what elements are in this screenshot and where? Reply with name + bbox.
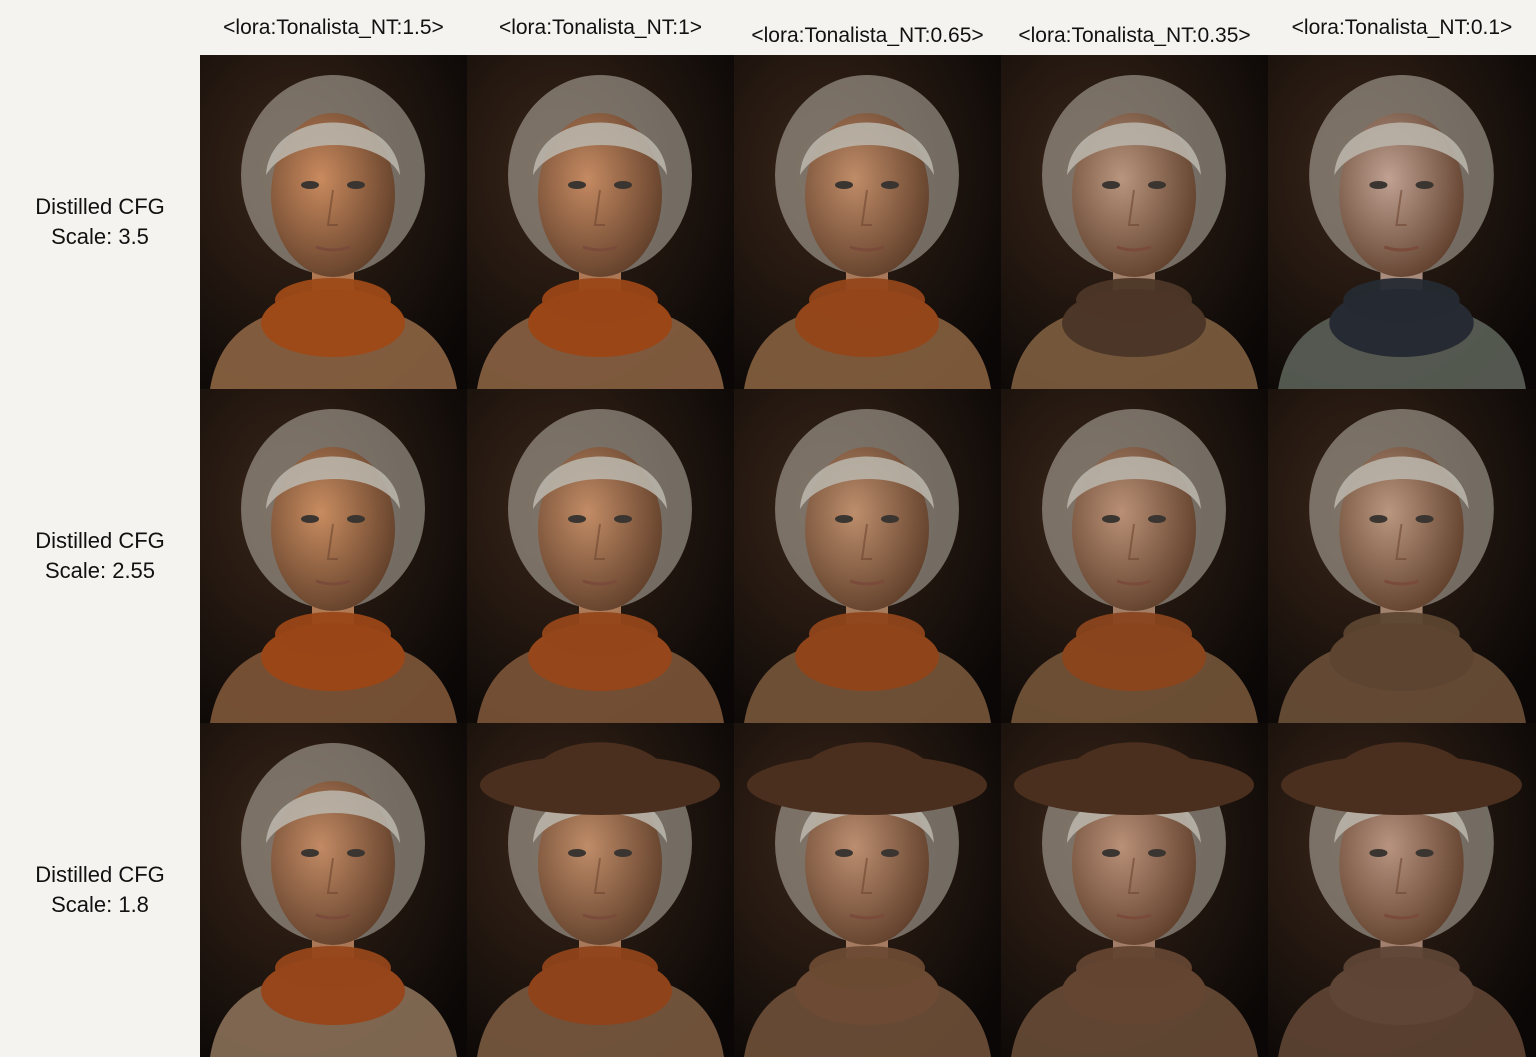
portrait-r3-c1 [200,723,467,1057]
portrait-r3-c3 [734,723,1001,1057]
portrait-r1-c5 [1268,55,1536,389]
portrait-r1-c2 [467,55,734,389]
portrait-r1-c1 [200,55,467,389]
portrait-r2-c5 [1268,389,1536,723]
image-grid: <lora:Tonalista_NT:1.5> <lora:Tonalista_… [0,0,1536,1057]
portrait-r2-c2 [467,389,734,723]
column-header-2: <lora:Tonalista_NT:1> [498,15,703,39]
portrait-r2-c1 [200,389,467,723]
row-header-3-line2: Scale: 1.8 [51,892,149,917]
column-header-1: <lora:Tonalista_NT:1.5> [223,15,444,39]
portrait-r1-c3 [734,55,1001,389]
portrait-r3-c5 [1268,723,1536,1057]
portrait-r3-c4 [1001,723,1268,1057]
portrait-r2-c3 [734,389,1001,723]
portrait-r3-c2 [467,723,734,1057]
row-header-2: Distilled CFG Scale: 2.55 [0,389,200,723]
portrait-r2-c4 [1001,389,1268,723]
portrait-r1-c4 [1001,55,1268,389]
row-header-2-line2: Scale: 2.55 [44,558,156,583]
row-header-1: Distilled CFG Scale: 3.5 [0,55,200,389]
column-header-5: <lora:Tonalista_NT:0.1> [1291,15,1513,39]
row-header-1-line2: Scale: 3.5 [51,224,149,249]
row-header-1-line1: Distilled CFG [35,194,165,219]
row-header-3: Distilled CFG Scale: 1.8 [0,723,200,1057]
row-header-3-line1: Distilled CFG [35,862,165,887]
row-header-2-line1: Distilled CFG [35,528,165,553]
